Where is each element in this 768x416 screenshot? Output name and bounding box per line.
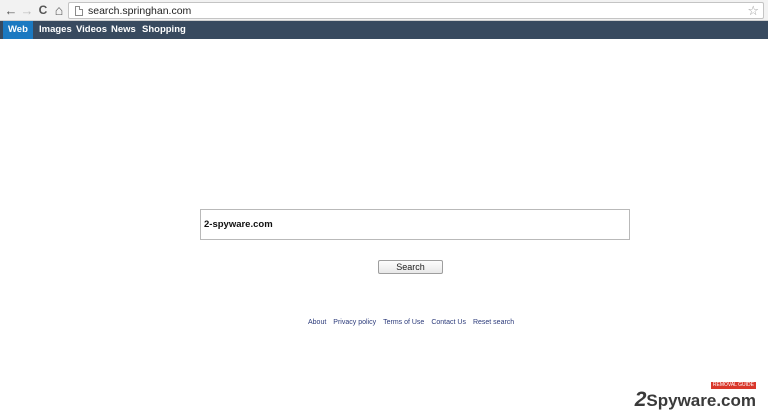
watermark-text: Spyware.com	[646, 391, 756, 410]
search-box	[200, 209, 630, 240]
footer-link-contact[interactable]: Contact Us	[431, 318, 466, 328]
home-icon[interactable]: ⌂	[52, 2, 66, 18]
bookmark-star-icon[interactable]: ☆	[747, 3, 759, 18]
footer-link-terms[interactable]: Terms of Use	[383, 318, 424, 328]
footer-link-privacy[interactable]: Privacy policy	[333, 318, 376, 328]
footer-links: About Privacy policy Terms of Use Contac…	[308, 318, 514, 328]
url-text: search.springhan.com	[88, 5, 192, 17]
back-icon[interactable]: ←	[4, 2, 18, 18]
tab-web[interactable]: Web	[3, 21, 33, 39]
search-button[interactable]: Search	[378, 260, 443, 274]
page-icon	[75, 6, 83, 16]
reload-icon[interactable]: C	[36, 2, 50, 18]
footer-link-about[interactable]: About	[308, 318, 326, 328]
search-input[interactable]	[201, 210, 629, 239]
watermark-badge: REMOVAL GUIDE	[710, 382, 756, 389]
watermark-prefix: 2	[634, 388, 647, 411]
watermark-logo: 2 Spyware.com REMOVAL GUIDE	[634, 382, 756, 411]
footer-link-reset[interactable]: Reset search	[473, 318, 514, 328]
tab-shopping[interactable]: Shopping	[137, 21, 191, 39]
forward-icon[interactable]: →	[20, 2, 34, 18]
address-bar[interactable]: search.springhan.com ☆	[68, 2, 764, 19]
tab-news[interactable]: News	[106, 21, 141, 39]
site-navbar: Web Images Videos News Shopping	[0, 21, 768, 39]
browser-toolbar: ← → C ⌂ search.springhan.com ☆	[0, 0, 768, 21]
